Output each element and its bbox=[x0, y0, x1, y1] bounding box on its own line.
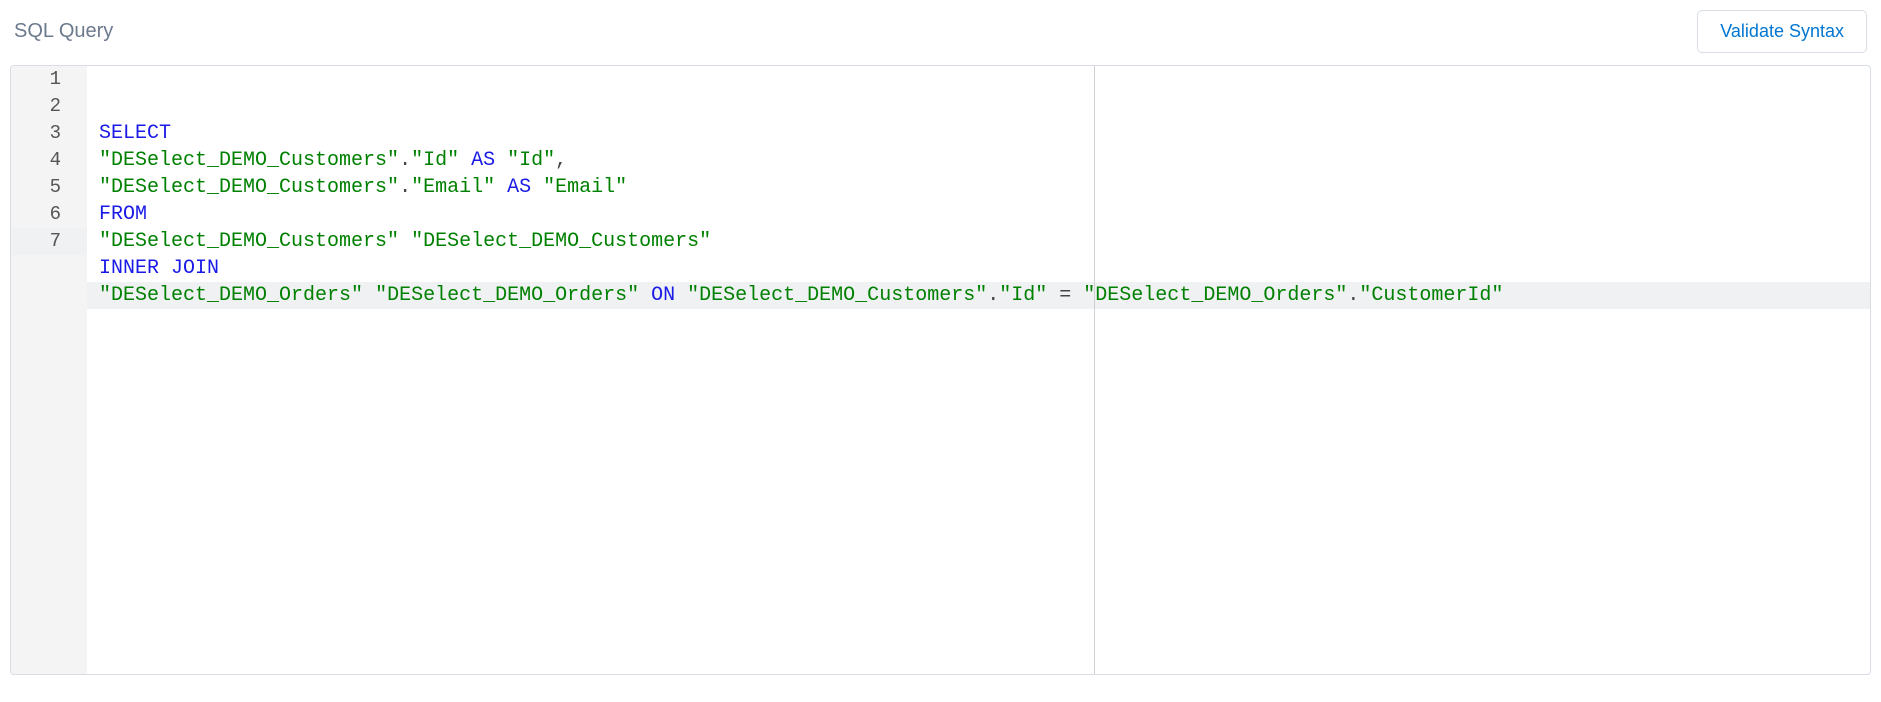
token: FROM bbox=[99, 203, 147, 226]
code-line[interactable]: INNER JOIN bbox=[87, 255, 1870, 282]
line-number: 5 bbox=[11, 174, 87, 201]
token: "DESelect_DEMO_Customers" bbox=[99, 149, 399, 172]
token: JOIN bbox=[171, 257, 219, 280]
token: "DESelect_DEMO_Orders" bbox=[375, 284, 639, 307]
token: INNER bbox=[99, 257, 159, 280]
token bbox=[159, 257, 171, 280]
token: AS bbox=[507, 176, 531, 199]
token bbox=[459, 149, 471, 172]
token: "DESelect_DEMO_Orders" bbox=[1083, 284, 1347, 307]
token: "Email" bbox=[543, 176, 627, 199]
token: . bbox=[399, 176, 411, 199]
line-number: 4 bbox=[11, 147, 87, 174]
token: , bbox=[555, 149, 567, 172]
code-line[interactable]: "DESelect_DEMO_Customers"."Email" AS "Em… bbox=[87, 174, 1870, 201]
token: "Email" bbox=[411, 176, 495, 199]
token: ON bbox=[651, 284, 675, 307]
token: "DESelect_DEMO_Customers" bbox=[99, 176, 399, 199]
panel-title: SQL Query bbox=[14, 20, 113, 43]
line-number: 7 bbox=[11, 228, 87, 255]
editor-header: SQL Query Validate Syntax bbox=[10, 10, 1871, 53]
token: . bbox=[399, 149, 411, 172]
token bbox=[495, 149, 507, 172]
code-line[interactable]: "DESelect_DEMO_Customers" "DESelect_DEMO… bbox=[87, 228, 1870, 255]
code-area[interactable]: SELECT"DESelect_DEMO_Customers"."Id" AS … bbox=[87, 66, 1870, 674]
token bbox=[639, 284, 651, 307]
sql-editor[interactable]: 1234567 SELECT"DESelect_DEMO_Customers".… bbox=[10, 65, 1871, 675]
token bbox=[531, 176, 543, 199]
code-line[interactable]: "DESelect_DEMO_Customers"."Id" AS "Id", bbox=[87, 147, 1870, 174]
token: "CustomerId" bbox=[1359, 284, 1503, 307]
token: "DESelect_DEMO_Customers" bbox=[687, 284, 987, 307]
code-line[interactable]: FROM bbox=[87, 201, 1870, 228]
token: . bbox=[1347, 284, 1359, 307]
token: "Id" bbox=[999, 284, 1047, 307]
token: "Id" bbox=[411, 149, 459, 172]
token bbox=[495, 176, 507, 199]
token: SELECT bbox=[99, 122, 171, 145]
token: "DESelect_DEMO_Orders" bbox=[99, 284, 363, 307]
line-number: 6 bbox=[11, 201, 87, 228]
token: . bbox=[987, 284, 999, 307]
token bbox=[399, 230, 411, 253]
token: "DESelect_DEMO_Customers" bbox=[411, 230, 711, 253]
token: "Id" bbox=[507, 149, 555, 172]
line-number: 3 bbox=[11, 120, 87, 147]
token bbox=[1047, 284, 1059, 307]
token: AS bbox=[471, 149, 495, 172]
token bbox=[1071, 284, 1083, 307]
code-line[interactable]: "DESelect_DEMO_Orders" "DESelect_DEMO_Or… bbox=[87, 282, 1870, 309]
line-number: 2 bbox=[11, 93, 87, 120]
line-number-gutter: 1234567 bbox=[11, 66, 87, 674]
code-line[interactable]: SELECT bbox=[87, 120, 1870, 147]
validate-syntax-button[interactable]: Validate Syntax bbox=[1697, 10, 1867, 53]
token: "DESelect_DEMO_Customers" bbox=[99, 230, 399, 253]
token bbox=[363, 284, 375, 307]
line-number: 1 bbox=[11, 66, 87, 93]
print-margin-ruler bbox=[1094, 66, 1095, 674]
token bbox=[675, 284, 687, 307]
token: = bbox=[1059, 284, 1071, 307]
